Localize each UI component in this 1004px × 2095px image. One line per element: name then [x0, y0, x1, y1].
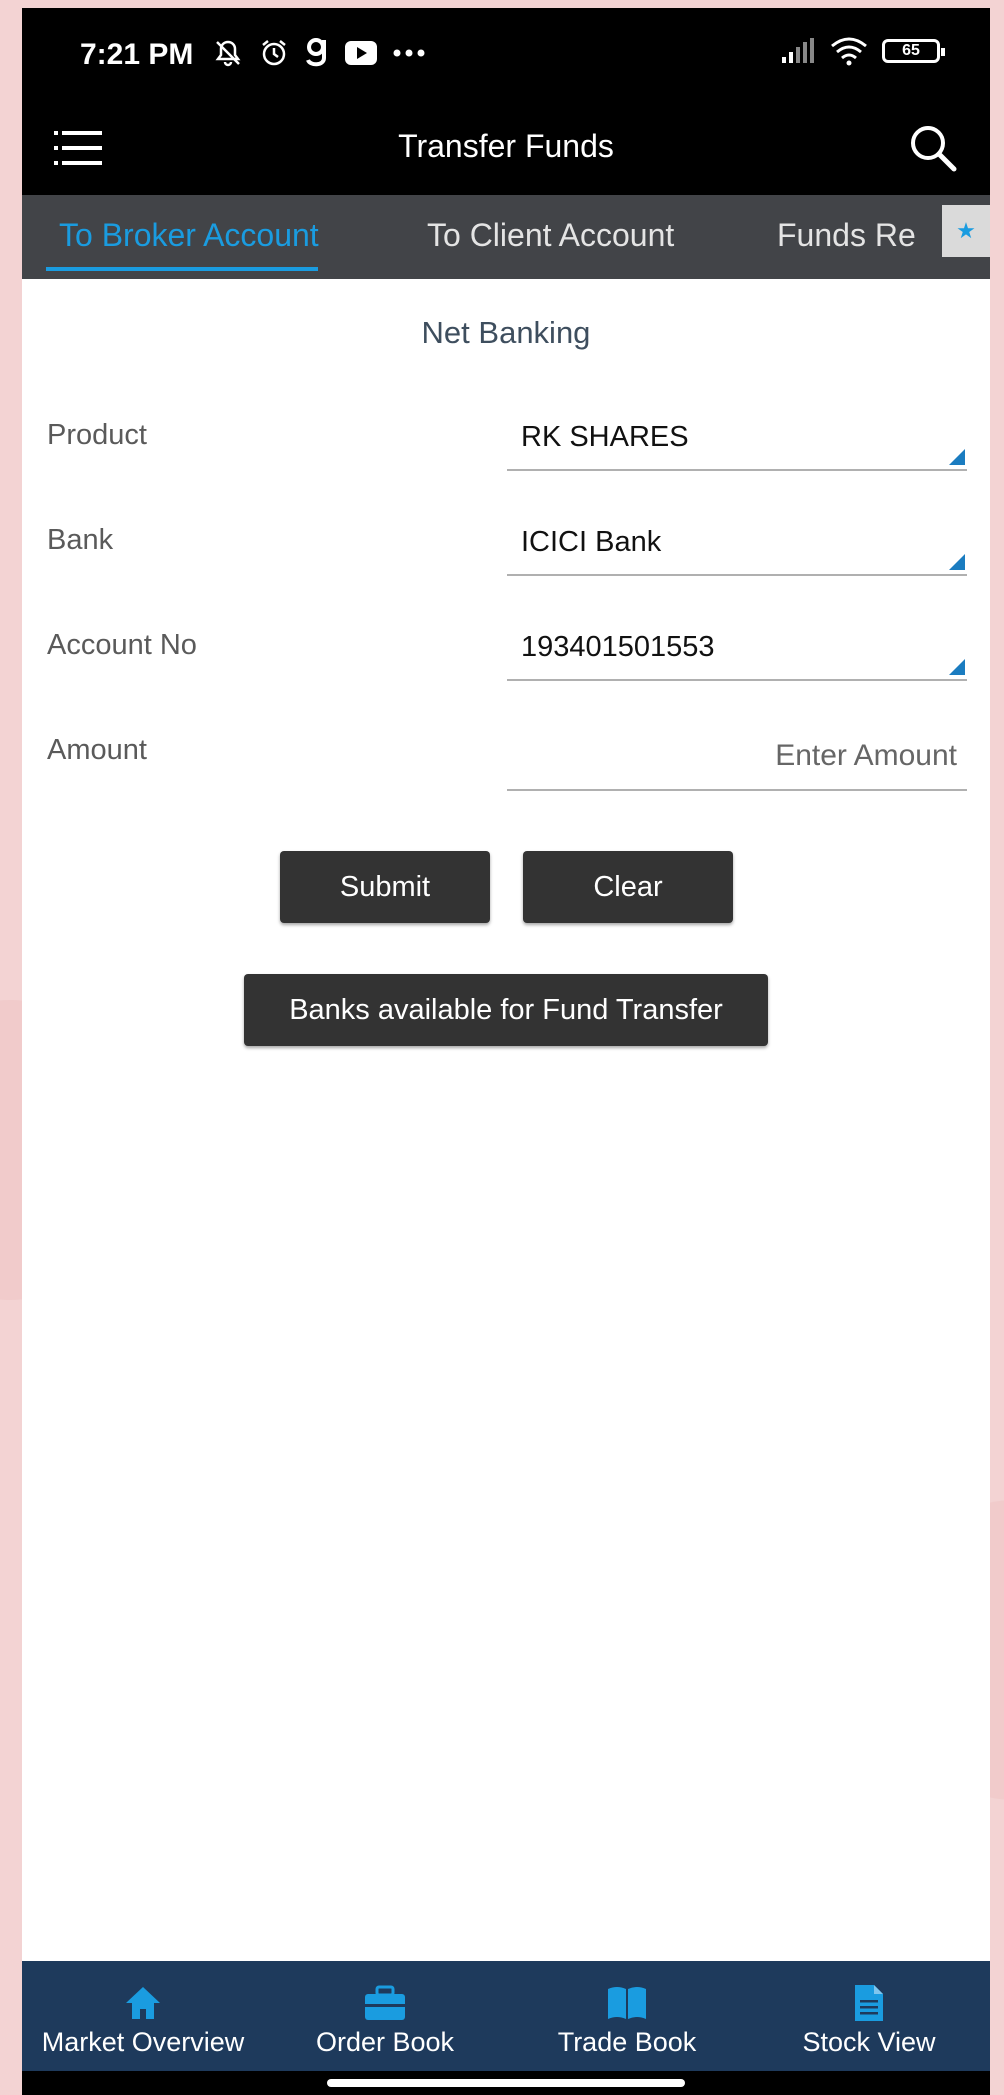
- bank-label: Bank: [47, 524, 114, 556]
- product-label: Product: [47, 419, 147, 451]
- account-no-label: Account No: [47, 629, 197, 661]
- dropdown-arrow-icon: [949, 449, 965, 465]
- star-icon: ★: [956, 218, 976, 243]
- banks-available-button[interactable]: Banks available for Fund Transfer: [244, 974, 768, 1046]
- battery-icon: 65: [882, 39, 945, 63]
- status-icons-left: [212, 36, 426, 70]
- status-bar: 7:21 PM 65: [22, 8, 990, 103]
- amount-label: Amount: [47, 734, 147, 766]
- section-title: Net Banking: [421, 315, 591, 350]
- nav-order-book[interactable]: Order Book: [264, 1961, 506, 2071]
- nav-icon-wrap: [22, 1983, 264, 2023]
- book-icon: [608, 1987, 646, 2019]
- bottom-navigation: Market Overview Order Book Trade Book St…: [22, 1961, 990, 2071]
- search-button[interactable]: [906, 121, 960, 175]
- home-gesture-bar[interactable]: [327, 2079, 685, 2087]
- nav-icon-wrap: [506, 1983, 748, 2023]
- nav-market-overview[interactable]: Market Overview: [22, 1961, 264, 2071]
- nav-label: Trade Book: [557, 2027, 697, 2057]
- home-icon: [126, 1987, 160, 2019]
- account-no-select[interactable]: 193401501553: [507, 617, 967, 681]
- bank-value: ICICI Bank: [521, 526, 662, 558]
- signal-icon: [782, 38, 814, 63]
- product-value: RK SHARES: [521, 421, 689, 453]
- phone-screen: 7:21 PM 65 Transfer Funds To Broker Acco…: [22, 8, 990, 2095]
- nav-trade-book[interactable]: Trade Book: [506, 1961, 748, 2071]
- nav-stock-view[interactable]: Stock View: [748, 1961, 990, 2071]
- status-icons-right: 65: [780, 36, 945, 66]
- briefcase-icon: [365, 1985, 405, 2020]
- nav-label: Market Overview: [41, 2027, 245, 2057]
- active-tab-indicator: [46, 267, 318, 271]
- tab-bar: To Broker Account To Client Account Fund…: [22, 195, 990, 279]
- g-app-icon: [306, 38, 326, 67]
- mute-icon: [215, 40, 241, 67]
- wifi-icon: [831, 37, 867, 66]
- alarm-icon: [262, 40, 286, 66]
- dropdown-arrow-icon: [949, 554, 965, 570]
- submit-button[interactable]: Submit: [280, 851, 490, 923]
- tab-to-client-account[interactable]: To Client Account: [427, 195, 674, 279]
- youtube-icon: [345, 41, 377, 65]
- account-no-value: 193401501553: [521, 631, 715, 663]
- document-icon: [855, 1985, 883, 2021]
- dropdown-arrow-icon: [949, 659, 965, 675]
- nav-label: Stock View: [802, 2027, 936, 2057]
- clear-button[interactable]: Clear: [523, 851, 733, 923]
- page-title: Transfer Funds: [398, 128, 614, 164]
- gesture-area: [22, 2071, 990, 2095]
- nav-label: Order Book: [315, 2027, 455, 2057]
- nav-icon-wrap: [264, 1983, 506, 2023]
- amount-input[interactable]: [507, 723, 967, 791]
- product-select[interactable]: RK SHARES: [507, 407, 967, 471]
- favorite-button[interactable]: ★: [942, 205, 990, 257]
- app-header: Transfer Funds: [22, 103, 990, 195]
- status-time: 7:21 PM: [80, 38, 194, 71]
- nav-icon-wrap: [748, 1983, 990, 2023]
- more-dots-icon: [393, 49, 425, 57]
- tab-funds-report[interactable]: Funds Re: [777, 195, 916, 279]
- search-icon: [911, 126, 957, 172]
- bank-select[interactable]: ICICI Bank: [507, 512, 967, 576]
